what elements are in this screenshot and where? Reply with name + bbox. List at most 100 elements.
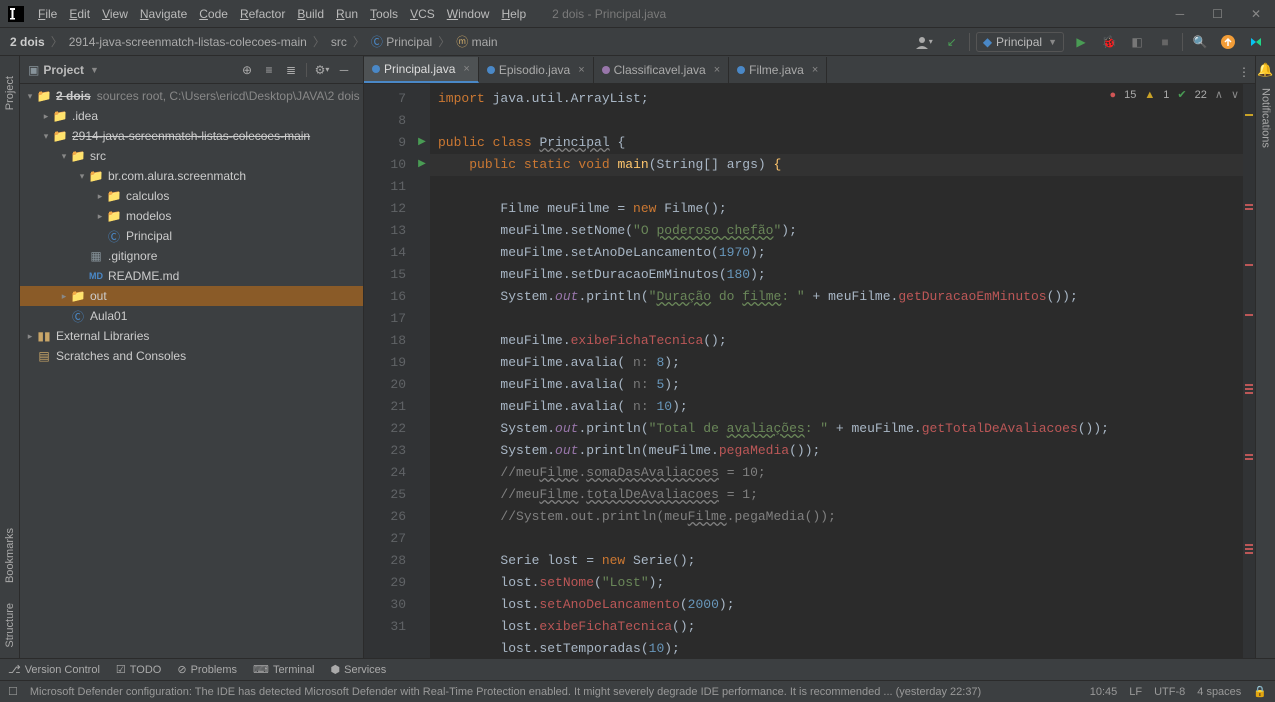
tree-src[interactable]: ▾📁src	[20, 146, 363, 166]
tree-out[interactable]: ▸📁out	[20, 286, 363, 306]
status-bar: ☐ Microsoft Defender configuration: The …	[0, 680, 1275, 702]
line-separator[interactable]: LF	[1129, 686, 1142, 698]
hide-panel-icon[interactable]: ─	[333, 59, 355, 81]
breadcrumb-item[interactable]: Ⓒ Principal	[369, 35, 434, 49]
menu-file[interactable]: File	[32, 5, 63, 23]
tree-modelos[interactable]: ▸📁modelos	[20, 206, 363, 226]
tree-scratches[interactable]: ▤Scratches and Consoles	[20, 346, 363, 366]
menu-code[interactable]: Code	[193, 5, 234, 23]
select-opened-file-icon[interactable]: ⊕	[236, 59, 258, 81]
toolwindow-services[interactable]: ⬢Services	[331, 663, 387, 676]
debug-button[interactable]: 🐞	[1098, 31, 1120, 53]
check-count: 22	[1195, 89, 1207, 101]
toolwindow-version-control[interactable]: ⎇Version Control	[8, 663, 100, 676]
error-count: 15	[1124, 89, 1136, 101]
notifications-toolwindow-button[interactable]: Notifications	[1260, 88, 1272, 148]
inspections-widget[interactable]: ●15 ▲1 ✔22 ∧∨	[1109, 88, 1239, 101]
breadcrumb-item[interactable]: 2 dois	[8, 35, 47, 49]
breadcrumbs: 2 dois〉2914-java-screenmatch-listas-cole…	[8, 33, 500, 50]
tree-readme[interactable]: MDREADME.md	[20, 266, 363, 286]
editor-tab[interactable]: Filme.java×	[729, 57, 827, 83]
indent-info[interactable]: 4 spaces	[1197, 686, 1241, 698]
warning-count: 1	[1163, 89, 1169, 101]
notifications-bell-icon[interactable]: 🔔	[1257, 62, 1273, 78]
maximize-button[interactable]: ☐	[1206, 5, 1229, 23]
code-content[interactable]: import java.util.ArrayList; public class…	[430, 84, 1255, 658]
titlebar: FileEditViewNavigateCodeRefactorBuildRun…	[0, 0, 1275, 28]
menu-tools[interactable]: Tools	[364, 5, 404, 23]
menu-run[interactable]: Run	[330, 5, 364, 23]
left-toolwindow-bar: Project Bookmarks Structure	[0, 56, 20, 658]
breadcrumb-item[interactable]: ⓜ main	[454, 35, 499, 49]
status-icon[interactable]: ☐	[8, 685, 18, 698]
tree-aula01[interactable]: ⒸAula01	[20, 306, 363, 326]
run-gutter[interactable]: ▶▶	[414, 84, 430, 658]
project-toolwindow-button[interactable]: Project	[4, 76, 16, 110]
minimize-button[interactable]: ─	[1170, 5, 1191, 23]
breadcrumb-item[interactable]: 2914-java-screenmatch-listas-colecoes-ma…	[67, 35, 309, 49]
tree-idea[interactable]: ▸📁.idea	[20, 106, 363, 126]
close-tab-icon[interactable]: ×	[714, 64, 720, 76]
error-stripe[interactable]	[1243, 84, 1255, 658]
user-icon[interactable]: ▾	[913, 31, 935, 53]
menu-view[interactable]: View	[96, 5, 134, 23]
structure-toolwindow-button[interactable]: Structure	[4, 603, 16, 648]
tree-gitignore[interactable]: ▦.gitignore	[20, 246, 363, 266]
tree-ext-libraries[interactable]: ▸▮▮External Libraries	[20, 326, 363, 346]
stop-button[interactable]: ■	[1154, 31, 1176, 53]
editor-area: Principal.java×Episodio.java×Classificav…	[364, 56, 1255, 658]
run-config-label: Principal	[996, 35, 1042, 49]
project-panel-title: Project	[43, 63, 84, 77]
tree-principal[interactable]: ⒸPrincipal	[20, 226, 363, 246]
bookmarks-toolwindow-button[interactable]: Bookmarks	[4, 528, 16, 583]
collapse-all-icon[interactable]: ≣	[280, 59, 302, 81]
file-encoding[interactable]: UTF-8	[1154, 686, 1185, 698]
tree-calculos[interactable]: ▸📁calculos	[20, 186, 363, 206]
menu-navigate[interactable]: Navigate	[134, 5, 193, 23]
navbar: 2 dois〉2914-java-screenmatch-listas-cole…	[0, 28, 1275, 56]
toolwindow-todo[interactable]: ☑TODO	[116, 663, 161, 676]
menu-edit[interactable]: Edit	[63, 5, 96, 23]
menu-refactor[interactable]: Refactor	[234, 5, 291, 23]
window-title: 2 dois - Principal.java	[552, 7, 666, 21]
close-button[interactable]: ✕	[1245, 5, 1267, 23]
project-tree[interactable]: ▾📁2 doissources root, C:\Users\ericd\Des…	[20, 84, 363, 658]
close-tab-icon[interactable]: ×	[812, 64, 818, 76]
line-gutter[interactable]: 7891011121314151617181920212223242526272…	[364, 84, 414, 658]
project-panel: ▣ Project ▼ ⊕ ≡ ≣ ⚙▾ ─ ▾📁2 doissources r…	[20, 56, 364, 658]
expand-all-icon[interactable]: ≡	[258, 59, 280, 81]
main-menu: FileEditViewNavigateCodeRefactorBuildRun…	[32, 7, 532, 21]
editor-tab[interactable]: Principal.java×	[364, 57, 479, 83]
run-button[interactable]: ▶	[1070, 31, 1092, 53]
status-message[interactable]: Microsoft Defender configuration: The ID…	[30, 686, 1078, 698]
breadcrumb-item[interactable]: src	[329, 35, 349, 49]
settings-icon[interactable]: ⚙▾	[311, 59, 333, 81]
run-config-selector[interactable]: ◆ Principal ▼	[976, 32, 1064, 52]
toolwindow-terminal[interactable]: ⌨Terminal	[253, 663, 314, 676]
menu-help[interactable]: Help	[495, 5, 532, 23]
editor-tabs-more-icon[interactable]: ⋮	[1233, 61, 1255, 83]
tree-pkg[interactable]: ▾📁br.com.alura.screenmatch	[20, 166, 363, 186]
editor-tabs: Principal.java×Episodio.java×Classificav…	[364, 56, 1255, 84]
caret-position[interactable]: 10:45	[1090, 686, 1118, 698]
close-tab-icon[interactable]: ×	[578, 64, 584, 76]
code-editor[interactable]: 7891011121314151617181920212223242526272…	[364, 84, 1255, 658]
tree-root[interactable]: ▾📁2 doissources root, C:\Users\ericd\Des…	[20, 86, 363, 106]
toolwindow-problems[interactable]: ⊘Problems	[177, 663, 237, 676]
readonly-lock-icon[interactable]: 🔒	[1253, 685, 1267, 698]
ide-update-icon[interactable]	[1217, 31, 1239, 53]
close-tab-icon[interactable]: ×	[463, 63, 469, 75]
run-coverage-icon[interactable]: ◧	[1126, 31, 1148, 53]
editor-tab[interactable]: Classificavel.java×	[594, 57, 729, 83]
right-toolwindow-bar: 🔔 Notifications	[1255, 56, 1275, 658]
search-everywhere-icon[interactable]: 🔍	[1189, 31, 1211, 53]
intellij-logo-icon	[8, 6, 24, 22]
editor-tab[interactable]: Episodio.java×	[479, 57, 594, 83]
menu-build[interactable]: Build	[291, 5, 330, 23]
update-project-icon[interactable]: ↙	[941, 31, 963, 53]
tree-repo[interactable]: ▾📁2914-java-screenmatch-listas-colecoes-…	[20, 126, 363, 146]
menu-vcs[interactable]: VCS	[404, 5, 441, 23]
code-with-me-icon[interactable]	[1245, 31, 1267, 53]
menu-window[interactable]: Window	[441, 5, 496, 23]
project-view-icon: ▣	[28, 63, 39, 77]
